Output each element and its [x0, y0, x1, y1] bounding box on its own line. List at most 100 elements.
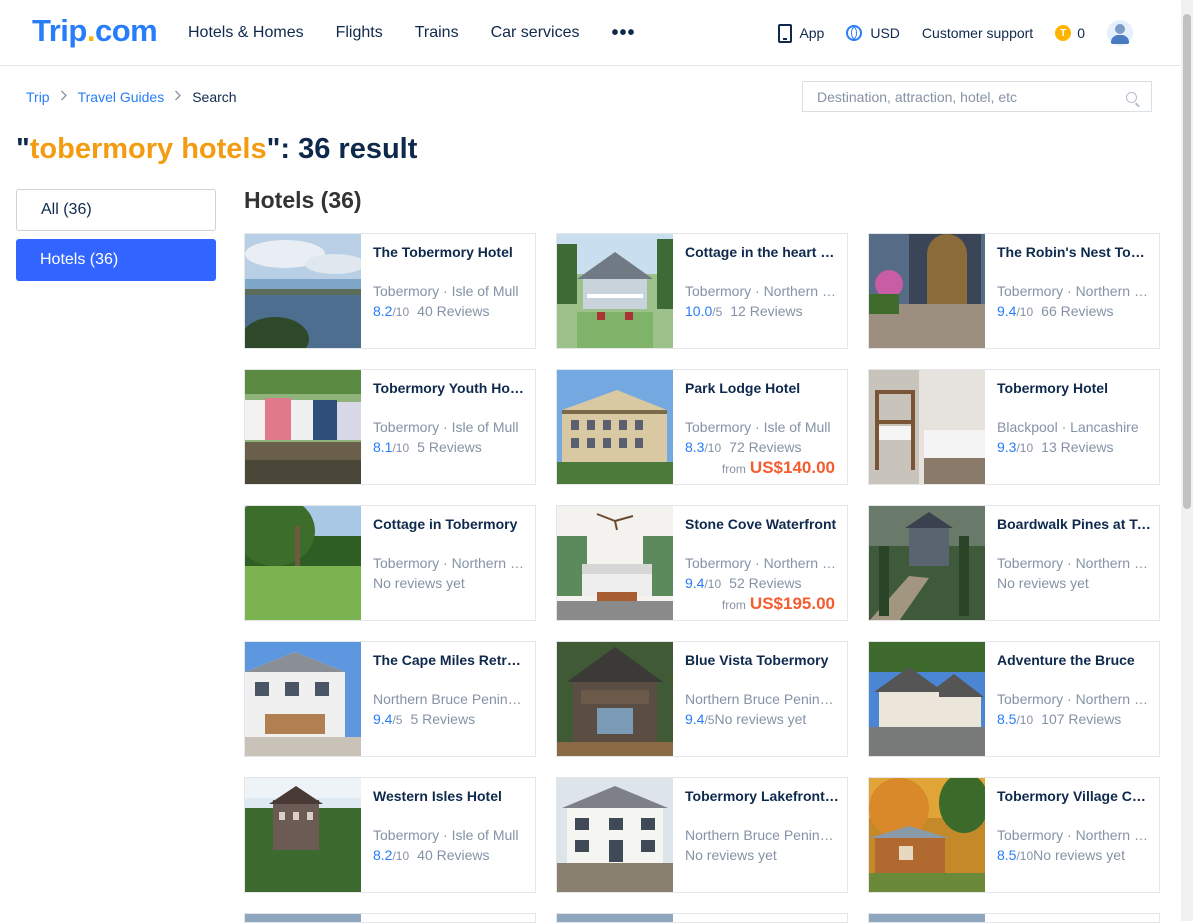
- hotel-name[interactable]: Tobermory Lakefront Cottage: [685, 788, 839, 804]
- app-label: App: [799, 25, 825, 41]
- hotel-card[interactable]: Cottage in the heart of Tobermory Tobermo…: [556, 233, 848, 349]
- hotel-rating: No reviews yet: [373, 575, 465, 591]
- hotel-thumbnail[interactable]: [869, 506, 985, 620]
- hotel-name[interactable]: The Robin's Nest Tobermory: [997, 244, 1151, 260]
- hotel-card[interactable]: Boardwalk Pines at Tobermory Tobermory · …: [868, 505, 1160, 621]
- hotel-thumbnail[interactable]: [245, 778, 361, 892]
- scrollbar-thumb[interactable]: [1183, 14, 1191, 509]
- hotel-thumbnail[interactable]: [557, 914, 673, 922]
- hotel-thumbnail[interactable]: [869, 914, 985, 922]
- hotel-card[interactable]: Park Lodge Hotel Tobermory · Isle of Mull…: [556, 369, 848, 485]
- hotel-name[interactable]: Western Isles Hotel: [373, 788, 527, 804]
- customer-support-link[interactable]: Customer support: [922, 25, 1033, 41]
- hotel-card[interactable]: Tobermory Lakefront Cottage Northern Bruc…: [556, 777, 848, 893]
- header-actions: App USD Customer support T 0: [778, 0, 1193, 66]
- review-count: 40 Reviews: [417, 303, 490, 319]
- hotel-name[interactable]: The Tobermory Hotel: [373, 244, 527, 260]
- hotel-location: Tobermory · Isle of Mull: [373, 419, 519, 435]
- currency-label: USD: [870, 25, 900, 41]
- trip-coins[interactable]: T 0: [1055, 25, 1085, 41]
- hotel-name[interactable]: Tobermory Hotel: [997, 380, 1151, 396]
- hotel-name[interactable]: Tobermory Youth Hostel: [373, 380, 527, 396]
- rating-scale: /10: [704, 441, 722, 455]
- review-count: 66 Reviews: [1041, 303, 1114, 319]
- nav-flights[interactable]: Flights: [336, 24, 383, 42]
- rating-score: 8.5: [997, 847, 1017, 863]
- hotel-thumbnail[interactable]: [557, 642, 673, 756]
- hotel-card[interactable]: Blue Vista Tobermory Northern Bruce Penin…: [556, 641, 848, 757]
- hotel-price: from US$195.00: [722, 594, 835, 614]
- hotel-thumbnail[interactable]: [245, 914, 361, 922]
- rating-scale: /10: [1016, 441, 1034, 455]
- hotel-card[interactable]: Cottage in Tobermory Tobermory · Northern…: [244, 505, 536, 621]
- hotel-card[interactable]: Adventure the Bruce Tobermory · Northern …: [868, 641, 1160, 757]
- hotel-thumbnail[interactable]: [245, 506, 361, 620]
- hotel-card[interactable]: The Robin's Nest Tobermory Tobermory · No…: [868, 233, 1160, 349]
- filter-hotels-button[interactable]: Hotels (36): [16, 239, 216, 281]
- hotel-location: Tobermory · Isle of Mull: [373, 283, 519, 299]
- hotel-card-partial[interactable]: [556, 913, 848, 923]
- app-link[interactable]: App: [778, 23, 825, 43]
- hotel-card[interactable]: Tobermory Hotel Blackpool · Lancashire 9.3…: [868, 369, 1160, 485]
- hotel-name[interactable]: Boardwalk Pines at Tobermory: [997, 516, 1151, 532]
- hotel-thumbnail[interactable]: [557, 234, 673, 348]
- search-icon[interactable]: [1126, 92, 1137, 103]
- hotel-card[interactable]: The Cape Miles Retreat Northern Bruce Pen…: [244, 641, 536, 757]
- breadcrumb-trip[interactable]: Trip: [26, 89, 50, 105]
- rating-scale: /10: [392, 849, 410, 863]
- nav-hotels-homes[interactable]: Hotels & Homes: [188, 24, 304, 42]
- hotel-rating: 9.3/10 13 Reviews: [997, 439, 1114, 455]
- hotel-rating: 9.4/10 66 Reviews: [997, 303, 1114, 319]
- hotel-thumbnail[interactable]: [557, 778, 673, 892]
- breadcrumb: Trip Travel Guides Search: [26, 89, 237, 105]
- hotel-thumbnail[interactable]: [869, 370, 985, 484]
- hotel-card[interactable]: Tobermory Youth Hostel Tobermory · Isle o…: [244, 369, 536, 485]
- hotel-name[interactable]: Stone Cove Waterfront: [685, 516, 839, 532]
- breadcrumb-travel-guides[interactable]: Travel Guides: [78, 89, 165, 105]
- hotel-name[interactable]: Cottage in Tobermory: [373, 516, 527, 532]
- main-nav: Hotels & Homes Flights Trains Car servic…: [188, 0, 636, 66]
- hotel-thumbnail[interactable]: [245, 370, 361, 484]
- hotel-card[interactable]: Western Isles Hotel Tobermory · Isle of M…: [244, 777, 536, 893]
- review-count: 13 Reviews: [1041, 439, 1114, 455]
- user-avatar-icon[interactable]: [1107, 20, 1133, 46]
- hotel-name[interactable]: Blue Vista Tobermory: [685, 652, 839, 668]
- hotel-rating: 8.2/10 40 Reviews: [373, 303, 490, 319]
- hotel-card[interactable]: The Tobermory Hotel Tobermory · Isle of M…: [244, 233, 536, 349]
- hotel-card-partial[interactable]: [244, 913, 536, 923]
- hotel-thumbnail[interactable]: [869, 642, 985, 756]
- rating-scale: /10: [704, 577, 722, 591]
- rating-score: 9.4: [685, 711, 705, 727]
- hotel-name[interactable]: Park Lodge Hotel: [685, 380, 839, 396]
- hotel-thumbnail[interactable]: [245, 642, 361, 756]
- hotel-card-partial[interactable]: [868, 913, 1160, 923]
- hotel-card[interactable]: Tobermory Village Cabins Tobermory · Nort…: [868, 777, 1160, 893]
- more-menu-icon[interactable]: •••: [611, 22, 635, 45]
- hotel-thumbnail[interactable]: [557, 506, 673, 620]
- search-input[interactable]: [815, 87, 1119, 106]
- trip-logo[interactable]: Trip.com: [32, 13, 158, 49]
- review-count: No reviews yet: [997, 575, 1089, 591]
- filter-all-button[interactable]: All (36): [16, 189, 216, 231]
- rating-score: 9.4: [373, 711, 393, 727]
- hotel-location: Northern Bruce Peninsula: [685, 827, 839, 843]
- review-count: 72 Reviews: [729, 439, 802, 455]
- hotel-name[interactable]: The Cape Miles Retreat: [373, 652, 527, 668]
- hotel-thumbnail[interactable]: [557, 370, 673, 484]
- nav-car-services[interactable]: Car services: [491, 24, 580, 42]
- hotel-thumbnail[interactable]: [245, 234, 361, 348]
- hotel-name[interactable]: Cottage in the heart of Tobermory: [685, 244, 839, 260]
- review-count: No reviews yet: [685, 847, 777, 863]
- hotel-location: Northern Bruce Peninsula: [373, 691, 527, 707]
- currency-selector[interactable]: USD: [846, 25, 900, 41]
- page-scrollbar[interactable]: [1181, 0, 1193, 921]
- hotel-location: Tobermory · Northern Bruce Peninsula: [685, 555, 839, 571]
- hotel-thumbnail[interactable]: [869, 234, 985, 348]
- nav-trains[interactable]: Trains: [415, 24, 459, 42]
- hotel-rating: 8.3/10 72 Reviews: [685, 439, 802, 455]
- hotel-card[interactable]: Stone Cove Waterfront Tobermory · Norther…: [556, 505, 848, 621]
- hotel-name[interactable]: Adventure the Bruce: [997, 652, 1151, 668]
- hotel-name[interactable]: Tobermory Village Cabins: [997, 788, 1151, 804]
- hotel-rating: 8.5/10 107 Reviews: [997, 711, 1121, 727]
- hotel-thumbnail[interactable]: [869, 778, 985, 892]
